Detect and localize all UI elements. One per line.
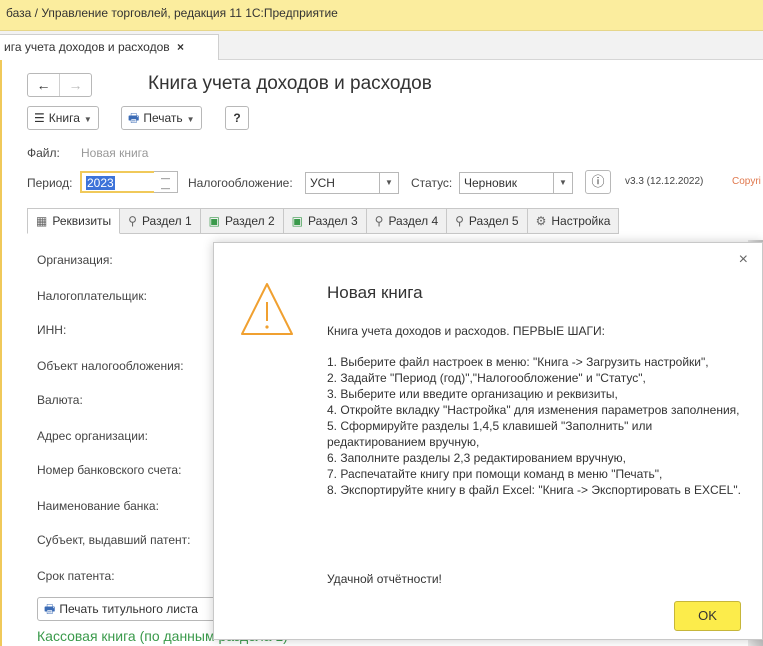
bank-name-label: Наименование банка: [37,499,159,513]
chevron-down-icon: ▼ [83,115,92,124]
tab-details-label: Реквизиты [52,214,112,228]
tab-settings[interactable]: ⚙ Настройка [527,208,620,234]
dialog-footer: Удачной отчётности! [327,572,442,586]
tab-details[interactable]: ▦ Реквизиты [27,208,121,234]
new-book-dialog: × Новая книга Книга учета доходов и расх… [213,242,763,640]
window-title-bar: база / Управление торговлей, редакция 11… [0,0,763,31]
organization-address-label: Адрес организации: [37,429,148,443]
version-label: v3.3 (12.12.2022) [625,176,704,187]
printer-icon: 🖶 [128,111,140,125]
status-dropdown-icon[interactable]: ▼ [553,172,573,194]
back-arrow-icon[interactable]: ← [28,74,60,96]
taxation-label: Налогообложение: [188,176,293,190]
close-icon[interactable]: × [739,251,748,269]
navigation-buttons: ← → [27,73,92,97]
tab-section-2-label: Раздел 2 [224,214,275,228]
warning-icon [239,281,295,342]
search-icon: ⚲ [374,214,384,228]
spin-down-icon[interactable]: — [154,183,177,193]
dialog-step: 2. Задайте "Период (год)","Налогообложен… [327,371,646,385]
dialog-title: Новая книга [327,283,423,302]
taxation-object-label: Объект налогообложения: [37,359,184,373]
spin-up-icon[interactable]: — [154,173,177,183]
organization-label: Организация: [37,253,113,267]
tab-section-1[interactable]: ⚲ Раздел 1 [120,208,201,234]
tab-section-3-label: Раздел 3 [307,214,358,228]
taxation-value: УСН [310,176,335,190]
document-tab[interactable]: ига учета доходов и расходов × [0,34,219,60]
period-stepper[interactable]: — — [154,171,178,193]
taxation-dropdown-icon[interactable]: ▼ [379,172,399,194]
print-menu-label: Печать [143,111,183,125]
book-menu-button[interactable]: ☰ Книга ▼ [27,106,99,130]
tab-section-5-label: Раздел 5 [468,214,519,228]
info-icon: ⓘ [591,174,605,189]
form-title: Книга учета доходов и расходов [148,73,432,94]
dialog-steps: 1. Выберите файл настроек в меню: "Книга… [327,354,747,498]
tab-section-4-label: Раздел 4 [388,214,439,228]
document-tab-bar: ига учета доходов и расходов × [0,31,763,60]
help-button[interactable]: ? [225,106,249,130]
printer-icon: 🖶 [44,602,56,616]
taxation-field[interactable]: УСН [305,172,380,194]
status-label: Статус: [411,176,453,190]
dialog-step: 6. Заполните разделы 2,3 редактированием… [327,451,626,465]
chevron-down-icon: ▼ [186,115,195,124]
patent-term-label: Срок патента: [37,569,115,583]
forward-arrow-icon[interactable]: → [60,74,91,96]
period-value: 2023 [86,176,115,190]
tab-section-3[interactable]: ▣ Раздел 3 [283,208,367,234]
inn-label: ИНН: [37,323,67,337]
hamburger-icon: ☰ [34,111,45,125]
dialog-step: 8. Экспортируйте книгу в файл Excel: "Кн… [327,483,741,497]
book-menu-label: Книга [48,111,80,125]
section-tabs: ▦ Реквизиты ⚲ Раздел 1 ▣ Раздел 2 ▣ Раздел 3… [27,208,620,234]
print-title-page-button[interactable]: 🖶 Печать титульного листа [37,597,237,621]
spreadsheet-icon: ▣ [208,214,220,228]
window-title: база / Управление торговлей, редакция 11… [6,6,338,20]
dialog-step: 5. Сформируйте разделы 1,4,5 клавишей "З… [327,419,653,449]
status-field[interactable]: Черновик [459,172,554,194]
tab-section-5[interactable]: ⚲ Раздел 5 [447,208,528,234]
print-menu-button[interactable]: 🖶 Печать ▼ [121,106,202,130]
tab-section-1-label: Раздел 1 [141,214,192,228]
period-label: Период: [27,176,73,190]
table-icon: ▦ [36,214,48,228]
ok-button[interactable]: OK [674,601,741,631]
print-title-page-label: Печать титульного листа [59,602,198,616]
info-button[interactable]: ⓘ [585,170,611,194]
taxpayer-label: Налогоплательщик: [37,289,147,303]
gear-icon: ⚙ [535,214,547,228]
dialog-subtitle: Книга учета доходов и расходов. ПЕРВЫЕ Ш… [327,324,605,338]
file-value: Новая книга [81,146,149,160]
dialog-step: 3. Выберите или введите организацию и ре… [327,387,618,401]
dialog-step: 7. Распечатайте книгу при помощи команд … [327,467,663,481]
period-input[interactable]: 2023 [80,171,156,193]
document-tab-label: ига учета доходов и расходов [4,40,170,54]
dialog-step: 4. Откройте вкладку "Настройка" для изме… [327,403,740,417]
status-value: Черновик [464,176,517,190]
spreadsheet-icon: ▣ [291,214,303,228]
copyright-link[interactable]: Copyri [732,176,761,187]
tab-section-2[interactable]: ▣ Раздел 2 [200,208,284,234]
currency-label: Валюта: [37,393,83,407]
tab-section-4[interactable]: ⚲ Раздел 4 [366,208,448,234]
tab-settings-label: Настройка [551,214,611,228]
patent-issuer-label: Субъект, выдавший патент: [37,533,191,547]
search-icon: ⚲ [128,214,137,228]
search-icon: ⚲ [455,214,464,228]
close-tab-icon[interactable]: × [177,40,184,54]
file-label: Файл: [27,146,60,160]
bank-account-label: Номер банковского счета: [37,463,182,477]
dialog-step: 1. Выберите файл настроек в меню: "Книга… [327,355,709,369]
